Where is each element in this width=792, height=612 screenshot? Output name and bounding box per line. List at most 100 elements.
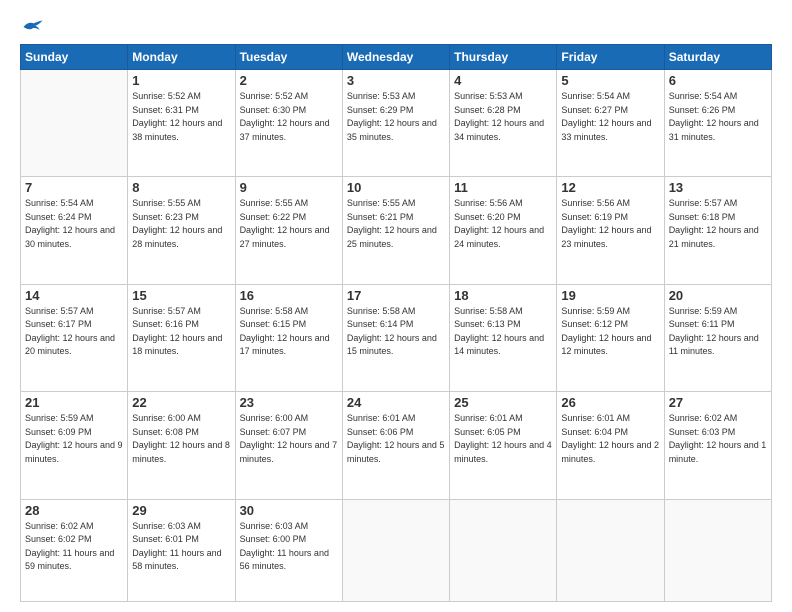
page: SundayMondayTuesdayWednesdayThursdayFrid…: [0, 0, 792, 612]
calendar-cell: 25 Sunrise: 6:01 AMSunset: 6:05 PMDayligh…: [450, 392, 557, 499]
day-number: 16: [240, 288, 338, 303]
day-detail: Sunrise: 6:00 AMSunset: 6:08 PMDaylight:…: [132, 412, 230, 466]
calendar-cell: 3 Sunrise: 5:53 AMSunset: 6:29 PMDaylight…: [342, 70, 449, 177]
day-number: 21: [25, 395, 123, 410]
day-number: 19: [561, 288, 659, 303]
calendar-cell: 23 Sunrise: 6:00 AMSunset: 6:07 PMDayligh…: [235, 392, 342, 499]
weekday-header-saturday: Saturday: [664, 45, 771, 70]
day-detail: Sunrise: 5:56 AMSunset: 6:20 PMDaylight:…: [454, 197, 552, 251]
day-number: 28: [25, 503, 123, 518]
day-detail: Sunrise: 5:59 AMSunset: 6:12 PMDaylight:…: [561, 305, 659, 359]
week-row-5: 28 Sunrise: 6:02 AMSunset: 6:02 PMDayligh…: [21, 499, 772, 601]
calendar-cell: 18 Sunrise: 5:58 AMSunset: 6:13 PMDayligh…: [450, 284, 557, 391]
day-detail: Sunrise: 5:55 AMSunset: 6:22 PMDaylight:…: [240, 197, 338, 251]
day-detail: Sunrise: 5:52 AMSunset: 6:30 PMDaylight:…: [240, 90, 338, 144]
calendar-cell: 9 Sunrise: 5:55 AMSunset: 6:22 PMDaylight…: [235, 177, 342, 284]
day-number: 24: [347, 395, 445, 410]
day-detail: Sunrise: 5:52 AMSunset: 6:31 PMDaylight:…: [132, 90, 230, 144]
calendar-cell: 22 Sunrise: 6:00 AMSunset: 6:08 PMDayligh…: [128, 392, 235, 499]
day-number: 17: [347, 288, 445, 303]
weekday-header-tuesday: Tuesday: [235, 45, 342, 70]
calendar-cell: [21, 70, 128, 177]
day-detail: Sunrise: 5:54 AMSunset: 6:24 PMDaylight:…: [25, 197, 123, 251]
day-number: 3: [347, 73, 445, 88]
calendar-cell: 20Sunrise: 5:59 AMSunset: 6:11 PMDayligh…: [664, 284, 771, 391]
day-number: 6: [669, 73, 767, 88]
day-number: 26: [561, 395, 659, 410]
day-detail: Sunrise: 6:01 AMSunset: 6:05 PMDaylight:…: [454, 412, 552, 466]
week-row-1: 1 Sunrise: 5:52 AMSunset: 6:31 PMDaylight…: [21, 70, 772, 177]
day-number: 4: [454, 73, 552, 88]
calendar-cell: 16 Sunrise: 5:58 AMSunset: 6:15 PMDayligh…: [235, 284, 342, 391]
day-number: 14: [25, 288, 123, 303]
logo-bird-icon: [22, 18, 44, 36]
calendar-cell: 5Sunrise: 5:54 AMSunset: 6:27 PMDaylight…: [557, 70, 664, 177]
day-detail: Sunrise: 5:58 AMSunset: 6:14 PMDaylight:…: [347, 305, 445, 359]
calendar-cell: 7 Sunrise: 5:54 AMSunset: 6:24 PMDaylight…: [21, 177, 128, 284]
day-number: 30: [240, 503, 338, 518]
day-number: 18: [454, 288, 552, 303]
day-number: 29: [132, 503, 230, 518]
day-detail: Sunrise: 6:00 AMSunset: 6:07 PMDaylight:…: [240, 412, 338, 466]
day-detail: Sunrise: 5:57 AMSunset: 6:18 PMDaylight:…: [669, 197, 767, 251]
day-detail: Sunrise: 5:58 AMSunset: 6:13 PMDaylight:…: [454, 305, 552, 359]
day-detail: Sunrise: 5:53 AMSunset: 6:29 PMDaylight:…: [347, 90, 445, 144]
day-number: 25: [454, 395, 552, 410]
calendar-cell: 29 Sunrise: 6:03 AMSunset: 6:01 PMDayligh…: [128, 499, 235, 601]
day-number: 22: [132, 395, 230, 410]
day-detail: Sunrise: 6:01 AMSunset: 6:04 PMDaylight:…: [561, 412, 659, 466]
weekday-header-row: SundayMondayTuesdayWednesdayThursdayFrid…: [21, 45, 772, 70]
calendar-cell: 28 Sunrise: 6:02 AMSunset: 6:02 PMDayligh…: [21, 499, 128, 601]
day-detail: Sunrise: 5:57 AMSunset: 6:16 PMDaylight:…: [132, 305, 230, 359]
logo: [20, 18, 44, 36]
logo-text: [20, 18, 44, 36]
day-number: 2: [240, 73, 338, 88]
calendar-cell: 2 Sunrise: 5:52 AMSunset: 6:30 PMDaylight…: [235, 70, 342, 177]
day-detail: Sunrise: 5:58 AMSunset: 6:15 PMDaylight:…: [240, 305, 338, 359]
day-number: 13: [669, 180, 767, 195]
calendar-cell: 6 Sunrise: 5:54 AMSunset: 6:26 PMDaylight…: [664, 70, 771, 177]
week-row-3: 14Sunrise: 5:57 AMSunset: 6:17 PMDayligh…: [21, 284, 772, 391]
weekday-header-wednesday: Wednesday: [342, 45, 449, 70]
calendar-cell: 14Sunrise: 5:57 AMSunset: 6:17 PMDayligh…: [21, 284, 128, 391]
week-row-4: 21Sunrise: 5:59 AMSunset: 6:09 PMDayligh…: [21, 392, 772, 499]
calendar-cell: [450, 499, 557, 601]
calendar-cell: 12 Sunrise: 5:56 AMSunset: 6:19 PMDayligh…: [557, 177, 664, 284]
calendar-cell: 10 Sunrise: 5:55 AMSunset: 6:21 PMDayligh…: [342, 177, 449, 284]
day-detail: Sunrise: 5:56 AMSunset: 6:19 PMDaylight:…: [561, 197, 659, 251]
day-number: 27: [669, 395, 767, 410]
calendar-cell: 24Sunrise: 6:01 AMSunset: 6:06 PMDayligh…: [342, 392, 449, 499]
day-detail: Sunrise: 5:54 AMSunset: 6:26 PMDaylight:…: [669, 90, 767, 144]
weekday-header-thursday: Thursday: [450, 45, 557, 70]
calendar-cell: 8Sunrise: 5:55 AMSunset: 6:23 PMDaylight…: [128, 177, 235, 284]
weekday-header-friday: Friday: [557, 45, 664, 70]
calendar-cell: 17 Sunrise: 5:58 AMSunset: 6:14 PMDayligh…: [342, 284, 449, 391]
calendar-cell: 19 Sunrise: 5:59 AMSunset: 6:12 PMDayligh…: [557, 284, 664, 391]
day-number: 11: [454, 180, 552, 195]
calendar-cell: 13 Sunrise: 5:57 AMSunset: 6:18 PMDayligh…: [664, 177, 771, 284]
calendar-cell: 4Sunrise: 5:53 AMSunset: 6:28 PMDaylight…: [450, 70, 557, 177]
day-number: 1: [132, 73, 230, 88]
day-detail: Sunrise: 6:03 AMSunset: 6:01 PMDaylight:…: [132, 520, 230, 574]
day-number: 10: [347, 180, 445, 195]
day-number: 9: [240, 180, 338, 195]
day-detail: Sunrise: 6:02 AMSunset: 6:02 PMDaylight:…: [25, 520, 123, 574]
day-detail: Sunrise: 6:02 AMSunset: 6:03 PMDaylight:…: [669, 412, 767, 466]
calendar-cell: [342, 499, 449, 601]
calendar-cell: 1 Sunrise: 5:52 AMSunset: 6:31 PMDaylight…: [128, 70, 235, 177]
calendar-cell: 27 Sunrise: 6:02 AMSunset: 6:03 PMDayligh…: [664, 392, 771, 499]
day-detail: Sunrise: 5:55 AMSunset: 6:23 PMDaylight:…: [132, 197, 230, 251]
calendar-cell: 15 Sunrise: 5:57 AMSunset: 6:16 PMDayligh…: [128, 284, 235, 391]
day-detail: Sunrise: 5:55 AMSunset: 6:21 PMDaylight:…: [347, 197, 445, 251]
week-row-2: 7 Sunrise: 5:54 AMSunset: 6:24 PMDaylight…: [21, 177, 772, 284]
day-number: 12: [561, 180, 659, 195]
calendar-cell: 11 Sunrise: 5:56 AMSunset: 6:20 PMDayligh…: [450, 177, 557, 284]
day-number: 15: [132, 288, 230, 303]
weekday-header-sunday: Sunday: [21, 45, 128, 70]
day-number: 5: [561, 73, 659, 88]
calendar-cell: 30Sunrise: 6:03 AMSunset: 6:00 PMDayligh…: [235, 499, 342, 601]
day-number: 23: [240, 395, 338, 410]
calendar-cell: 21Sunrise: 5:59 AMSunset: 6:09 PMDayligh…: [21, 392, 128, 499]
calendar-table: SundayMondayTuesdayWednesdayThursdayFrid…: [20, 44, 772, 602]
day-number: 7: [25, 180, 123, 195]
